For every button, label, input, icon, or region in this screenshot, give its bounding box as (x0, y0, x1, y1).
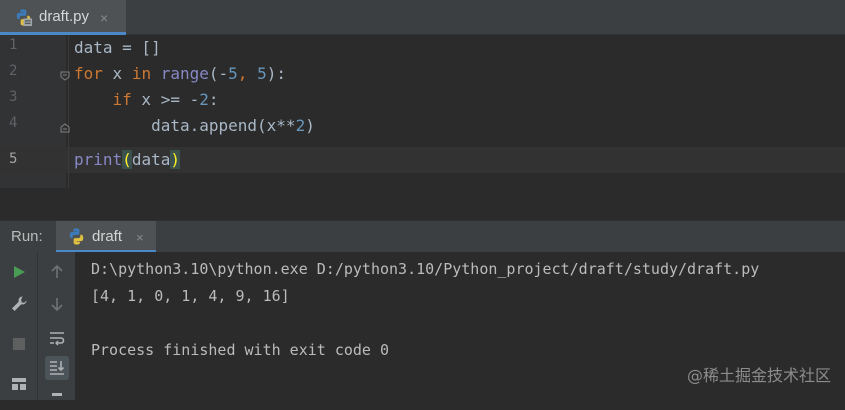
code-token: (- (208, 64, 229, 83)
print-button[interactable] (45, 386, 69, 410)
line-number: 5 (9, 151, 18, 167)
soft-wrap-icon (50, 332, 65, 346)
console-line: Process finished with exit code 0 (91, 341, 390, 359)
code-token: in (131, 64, 152, 83)
code-line: data.append(x**2) (74, 113, 315, 139)
editor-empty-area[interactable] (0, 188, 845, 220)
code-token: 5 (228, 64, 238, 83)
code-token: print (74, 150, 123, 169)
line-number: 3 (9, 89, 18, 105)
layout-button[interactable] (7, 372, 31, 396)
code-token: ) (305, 116, 315, 135)
code-token: range (160, 64, 209, 83)
console-line: D:\python3.10\python.exe D:/python3.10/P… (91, 260, 760, 278)
run-tab-label: draft (92, 228, 123, 245)
scroll-to-end-button[interactable] (45, 356, 69, 380)
code-editor[interactable]: 1 2 3 4 5 data = [] for x in range(-5, 5… (0, 35, 845, 188)
run-panel-header: Run: draft × (0, 220, 845, 253)
code-token: 2 (199, 90, 209, 109)
code-line: data = [] (74, 35, 161, 61)
settings-button[interactable] (7, 292, 31, 316)
python-icon (69, 228, 84, 245)
line-number: 4 (9, 115, 18, 131)
soft-wrap-button[interactable] (45, 326, 69, 350)
tab-draft-py[interactable]: draft.py × (0, 0, 126, 35)
run-toolbar-secondary (38, 252, 76, 400)
layout-icon (12, 378, 26, 390)
previous-occurrence-button[interactable] (45, 260, 69, 284)
code-token: if (112, 90, 132, 109)
next-occurrence-button[interactable] (45, 292, 69, 316)
stop-button[interactable] (7, 332, 31, 356)
tab-label: draft.py (39, 8, 90, 25)
code-line: print(data) (74, 147, 180, 173)
gutter-divider (68, 35, 69, 188)
wrench-icon (12, 296, 27, 311)
code-token: : (208, 90, 219, 109)
stop-icon (13, 338, 25, 350)
close-icon[interactable]: × (136, 230, 144, 245)
rerun-button[interactable] (7, 260, 31, 284)
code-token: data (131, 150, 171, 169)
watermark: @稀土掘金技术社区 (686, 366, 831, 385)
code-token: 2 (295, 116, 306, 135)
arrow-up-icon (51, 264, 63, 278)
code-token: x >= - (131, 90, 200, 109)
code-token: ( (122, 150, 132, 169)
print-icon (52, 393, 62, 396)
code-line: if x >= -2: (74, 87, 219, 113)
editor-tab-bar: draft.py × (0, 0, 845, 35)
code-token: ): (266, 64, 286, 83)
arrow-down-icon (51, 298, 63, 312)
line-number: 2 (9, 63, 18, 79)
code-token: for (74, 64, 103, 83)
code-token: , (237, 64, 258, 83)
run-label: Run: (11, 228, 43, 245)
fold-open-icon[interactable] (60, 71, 70, 81)
fold-close-icon[interactable] (60, 123, 70, 133)
code-token: data = [] (74, 38, 161, 57)
run-toolbar-primary (0, 252, 38, 400)
run-tab-draft[interactable]: draft × (56, 221, 156, 253)
code-token: ) (170, 150, 180, 169)
code-token: 5 (257, 64, 267, 83)
code-line: for x in range(-5, 5): (74, 61, 286, 87)
close-icon[interactable]: × (100, 10, 108, 26)
line-number: 1 (9, 37, 18, 53)
run-icon (14, 266, 25, 278)
console-line: [4, 1, 0, 1, 4, 9, 16] (91, 287, 290, 305)
console-output[interactable]: D:\python3.10\python.exe D:/python3.10/P… (76, 252, 845, 400)
code-token: data.append(x** (74, 116, 296, 135)
python-file-icon (16, 9, 33, 27)
scroll-to-end-icon (50, 361, 65, 375)
code-token: x (102, 64, 132, 83)
